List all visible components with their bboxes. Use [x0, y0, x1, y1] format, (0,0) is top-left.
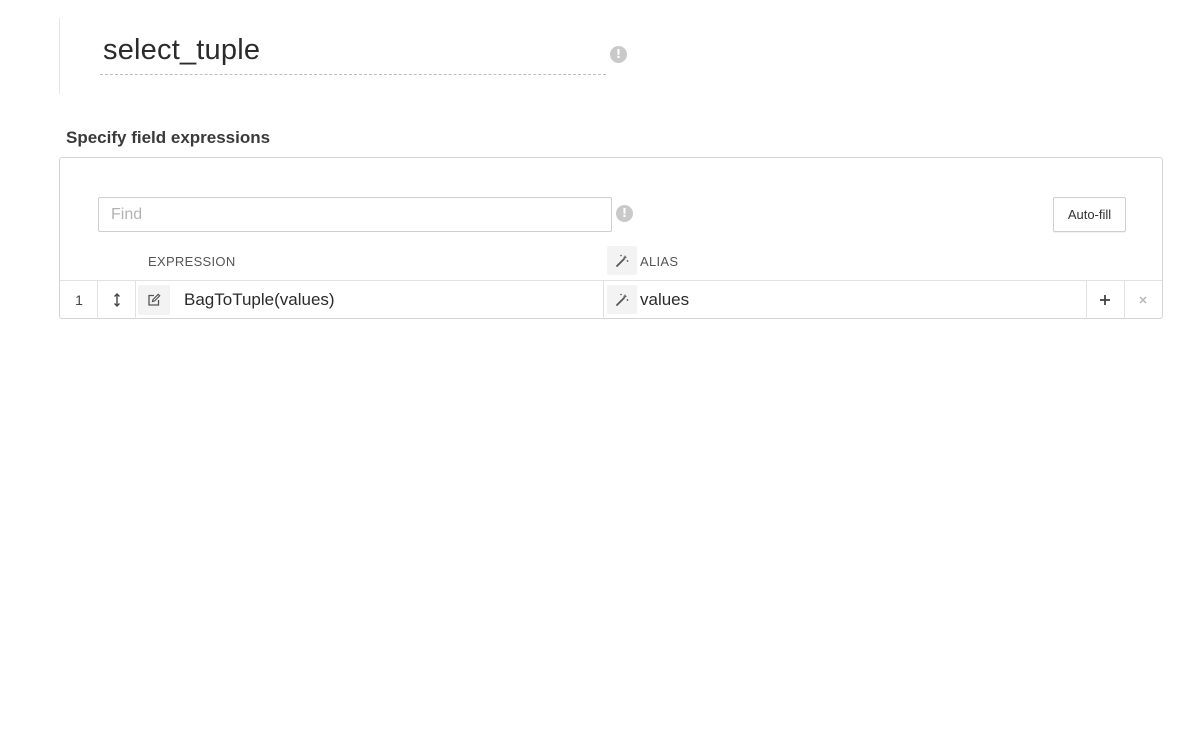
- table-row: 1 BagToTuple(values) values: [60, 280, 1162, 319]
- edit-expression-button[interactable]: [138, 285, 170, 315]
- title-info-icon[interactable]: !: [610, 46, 627, 63]
- alias-autofill-button[interactable]: [607, 246, 637, 275]
- section-label: Specify field expressions: [66, 128, 271, 147]
- row-alias-autofill-button[interactable]: [607, 285, 637, 314]
- drag-handle-icon: [114, 293, 120, 307]
- node-title[interactable]: select_tuple: [103, 34, 260, 67]
- page: select_tuple ! Specify field expressions…: [0, 0, 1200, 731]
- find-input[interactable]: [98, 197, 612, 232]
- cell-divider: [603, 281, 604, 319]
- expression-value[interactable]: BagToTuple(values): [184, 281, 335, 319]
- alias-column-header: ALIAS: [640, 254, 679, 269]
- drag-handle[interactable]: [98, 281, 136, 319]
- left-divider: [59, 18, 60, 94]
- alias-value[interactable]: values: [640, 281, 689, 319]
- find-info-icon[interactable]: !: [616, 205, 633, 222]
- cell-divider: [135, 281, 136, 319]
- plus-icon: [1100, 295, 1110, 305]
- remove-row-button[interactable]: [1124, 281, 1162, 319]
- expression-column-header: EXPRESSION: [148, 254, 236, 269]
- close-icon: [1139, 296, 1147, 304]
- edit-icon: [148, 293, 161, 306]
- title-field[interactable]: select_tuple: [100, 30, 606, 75]
- auto-fill-button[interactable]: Auto-fill: [1053, 197, 1126, 232]
- magic-wand-icon: [616, 293, 629, 306]
- row-index: 1: [75, 292, 83, 308]
- field-expressions-panel: ! Auto-fill EXPRESSION ALIAS 1: [59, 157, 1163, 319]
- magic-wand-icon: [616, 254, 629, 267]
- add-row-button[interactable]: [1086, 281, 1124, 319]
